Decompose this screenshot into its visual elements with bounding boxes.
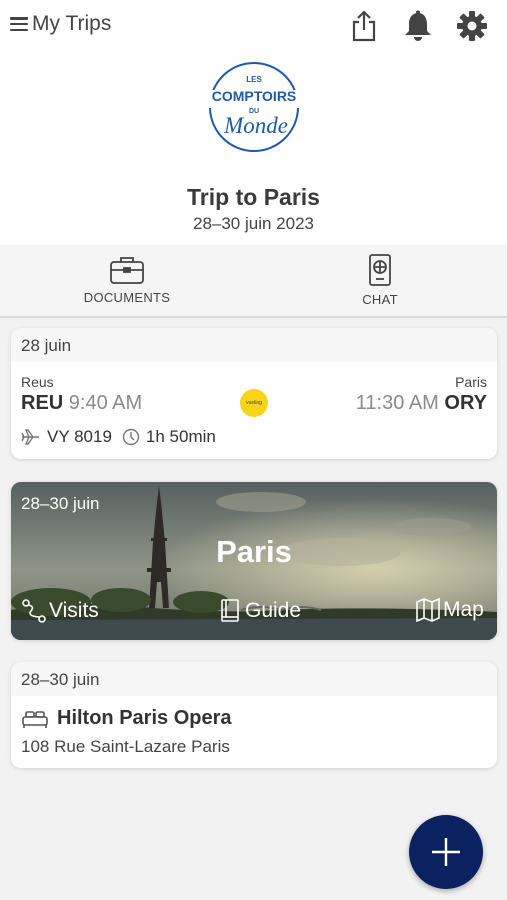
arrival-info: 11:30 AM ORY <box>356 392 487 415</box>
hotel-card[interactable]: 28–30 juin Hilton Paris Opera 108 Rue Sa… <box>11 662 497 768</box>
departure-time: 9:40 AM <box>68 392 143 414</box>
share-icon[interactable] <box>347 8 381 44</box>
tab-chat-label: CHAT <box>362 292 398 307</box>
tab-documents[interactable]: DOCUMENTS <box>77 245 177 316</box>
top-bar: My Trips LES COMPTOIRS DU Monde Trip to … <box>0 0 507 245</box>
departure-code: REU <box>21 392 64 414</box>
plus-icon <box>432 838 460 866</box>
guide-label: Guide <box>245 599 302 622</box>
les-comptoirs-du-monde-logo: LES COMPTOIRS DU Monde <box>202 62 306 152</box>
visits-label: Visits <box>49 599 99 622</box>
bed-icon <box>22 710 48 728</box>
airline-logo: vueling <box>240 389 268 417</box>
map-label: Map <box>443 598 484 621</box>
passport-icon <box>369 254 391 286</box>
flight-meta: VY 8019 1h 50min <box>21 427 216 447</box>
tab-chat[interactable]: CHAT <box>340 245 420 316</box>
hotel-name: Hilton Paris Opera <box>57 707 232 729</box>
destination-dates: 28–30 juin <box>21 494 100 513</box>
departure-info: REU 9:40 AM <box>21 392 142 415</box>
svg-text:LES: LES <box>246 75 262 84</box>
svg-text:COMPTOIRS: COMPTOIRS <box>212 88 297 104</box>
hotel-name-row: Hilton Paris Opera <box>21 707 232 730</box>
top-actions <box>347 8 489 44</box>
hotel-date: 28–30 juin <box>11 662 497 696</box>
flight-duration: 1h 50min <box>145 427 216 446</box>
add-button[interactable] <box>409 815 483 889</box>
trip-dates: 28–30 juin 2023 <box>192 214 314 233</box>
route-icon <box>22 599 46 623</box>
arrival-city: Paris <box>455 374 487 390</box>
bell-icon[interactable] <box>401 8 435 44</box>
flight-number: VY 8019 <box>47 427 112 446</box>
svg-text:Monde: Monde <box>223 113 288 138</box>
book-icon <box>221 599 239 622</box>
hotel-address: 108 Rue Saint-Lazare Paris <box>21 737 230 756</box>
destination-card[interactable]: 28–30 juin Paris Visits Guide Map <box>11 482 497 640</box>
departure-city: Reus <box>21 374 54 390</box>
tab-documents-label: DOCUMENTS <box>83 290 171 305</box>
hamburger-icon <box>10 17 28 31</box>
destination-name: Paris <box>216 534 292 569</box>
arrival-time: 11:30 AM <box>355 392 439 414</box>
flight-date: 28 juin <box>11 328 497 362</box>
page-title: My Trips <box>32 12 112 35</box>
gear-icon[interactable] <box>455 8 489 44</box>
menu-button[interactable]: My Trips <box>10 12 111 36</box>
clock-icon <box>122 428 140 446</box>
visits-button[interactable]: Visits <box>21 598 99 624</box>
flight-card[interactable]: 28 juin Reus Paris REU 9:40 AM vueling 1… <box>11 328 497 459</box>
trip-title: Trip to Paris <box>187 184 320 210</box>
map-button[interactable]: Map <box>415 598 484 622</box>
map-icon <box>416 598 440 622</box>
trip-tabs: DOCUMENTS CHAT <box>0 245 507 318</box>
plane-icon <box>21 429 39 445</box>
guide-button[interactable]: Guide <box>219 598 301 624</box>
arrival-code: ORY <box>444 392 487 414</box>
briefcase-icon <box>110 257 144 284</box>
